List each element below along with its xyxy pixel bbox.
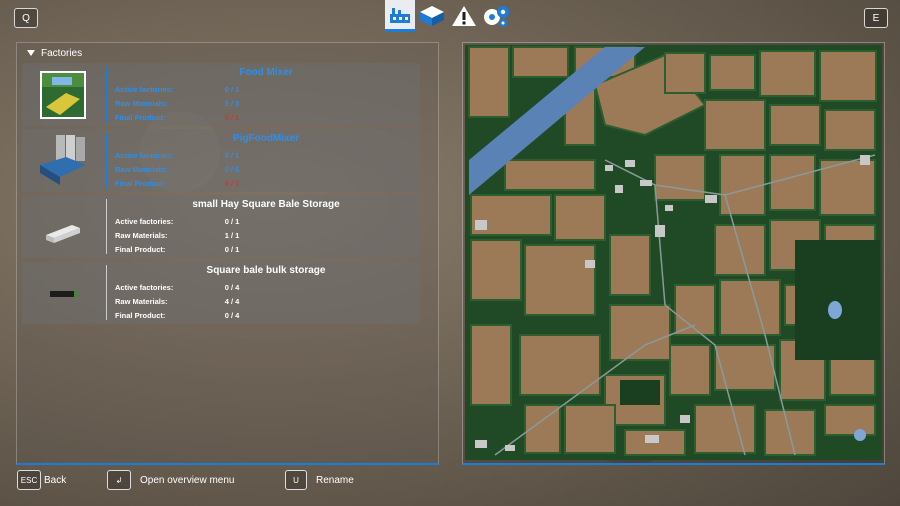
tab-bar [385,0,511,32]
factory-item-bulk-bale-storage[interactable]: Square bale bulk storage Active factorie… [22,261,420,324]
final-product-value: 0 / 4 [224,311,240,320]
final-product-value: 0 / 1 [224,113,240,122]
item-separator [106,67,107,122]
factories-collapse-toggle[interactable]: Factories [17,43,438,63]
final-product-label: Final Product: [115,311,166,320]
tab-factories[interactable] [385,0,415,32]
hay-bale-storage-thumbnail [46,225,80,243]
factory-item-food-mixer[interactable]: Food Mixer Active factories: 0 / 1 Raw M… [22,63,420,126]
active-factories-label: Active factories: [115,85,174,94]
active-factories-label: Active factories: [115,151,174,160]
raw-materials-value: 0 / 6 [224,165,240,174]
raw-materials-label: Raw Materials: [115,297,168,306]
raw-materials-label: Raw Materials: [115,99,168,108]
storage-icon [420,6,444,26]
open-overview-menu-button[interactable]: Open overview menu [140,475,235,486]
triangle-down-icon [27,50,35,56]
factory-item-hay-bale-storage[interactable]: small Hay Square Bale Storage Active fac… [22,195,420,258]
item-separator [106,133,107,188]
factories-header-label: Factories [41,47,83,59]
rename-key[interactable]: U [285,470,307,490]
food-mixer-thumbnail [40,71,86,119]
active-factories-value: 0 / 1 [224,151,240,160]
final-product-label: Final Product: [115,245,166,254]
bottom-action-bar: ESC Back ↲ Open overview menu U Rename [0,470,900,492]
raw-materials-value: 1 / 1 [224,231,240,240]
raw-materials-value: 1 / 3 [224,99,240,108]
raw-materials-value: 4 / 4 [224,297,240,306]
rename-button[interactable]: Rename [316,475,354,486]
tab-settings[interactable] [481,0,511,32]
final-product-label: Final Product: [115,113,166,122]
prev-tab-key[interactable]: Q [14,8,38,28]
esc-key[interactable]: ESC [17,470,41,490]
active-factories-value: 0 / 1 [224,217,240,226]
active-factories-value: 0 / 4 [224,283,240,292]
raw-materials-label: Raw Materials: [115,165,168,174]
factory-name: PigFoodMixer [232,133,300,144]
final-product-label: Final Product: [115,179,166,188]
factory-name: Square bale bulk storage [206,265,326,276]
enter-key-icon[interactable]: ↲ [107,470,131,490]
active-factories-label: Active factories: [115,217,174,226]
factories-panel: Factories Food Mixer Active factories: 0… [16,42,439,465]
factory-item-pig-food-mixer[interactable]: PigFoodMixer Active factories: 0 / 1 Raw… [22,129,420,192]
pig-food-mixer-thumbnail [40,135,86,185]
map-frame [462,42,885,465]
next-tab-key[interactable]: E [864,8,888,28]
final-product-value: 0 / 1 [224,245,240,254]
item-separator [106,199,107,254]
warning-icon [452,6,476,26]
active-factories-label: Active factories: [115,283,174,292]
bulk-bale-storage-thumbnail [50,291,78,297]
factory-icon [390,7,410,23]
final-product-value: 0 / 1 [224,179,240,188]
overview-map[interactable] [465,45,882,460]
raw-materials-label: Raw Materials: [115,231,168,240]
active-factories-value: 0 / 1 [224,85,240,94]
factory-name: small Hay Square Bale Storage [192,199,340,210]
tab-warnings[interactable] [449,0,479,32]
settings-gears-icon [484,6,509,27]
factory-name: Food Mixer [239,67,293,78]
back-button[interactable]: Back [44,475,66,486]
item-separator [106,265,107,320]
tab-storage[interactable] [417,0,447,32]
